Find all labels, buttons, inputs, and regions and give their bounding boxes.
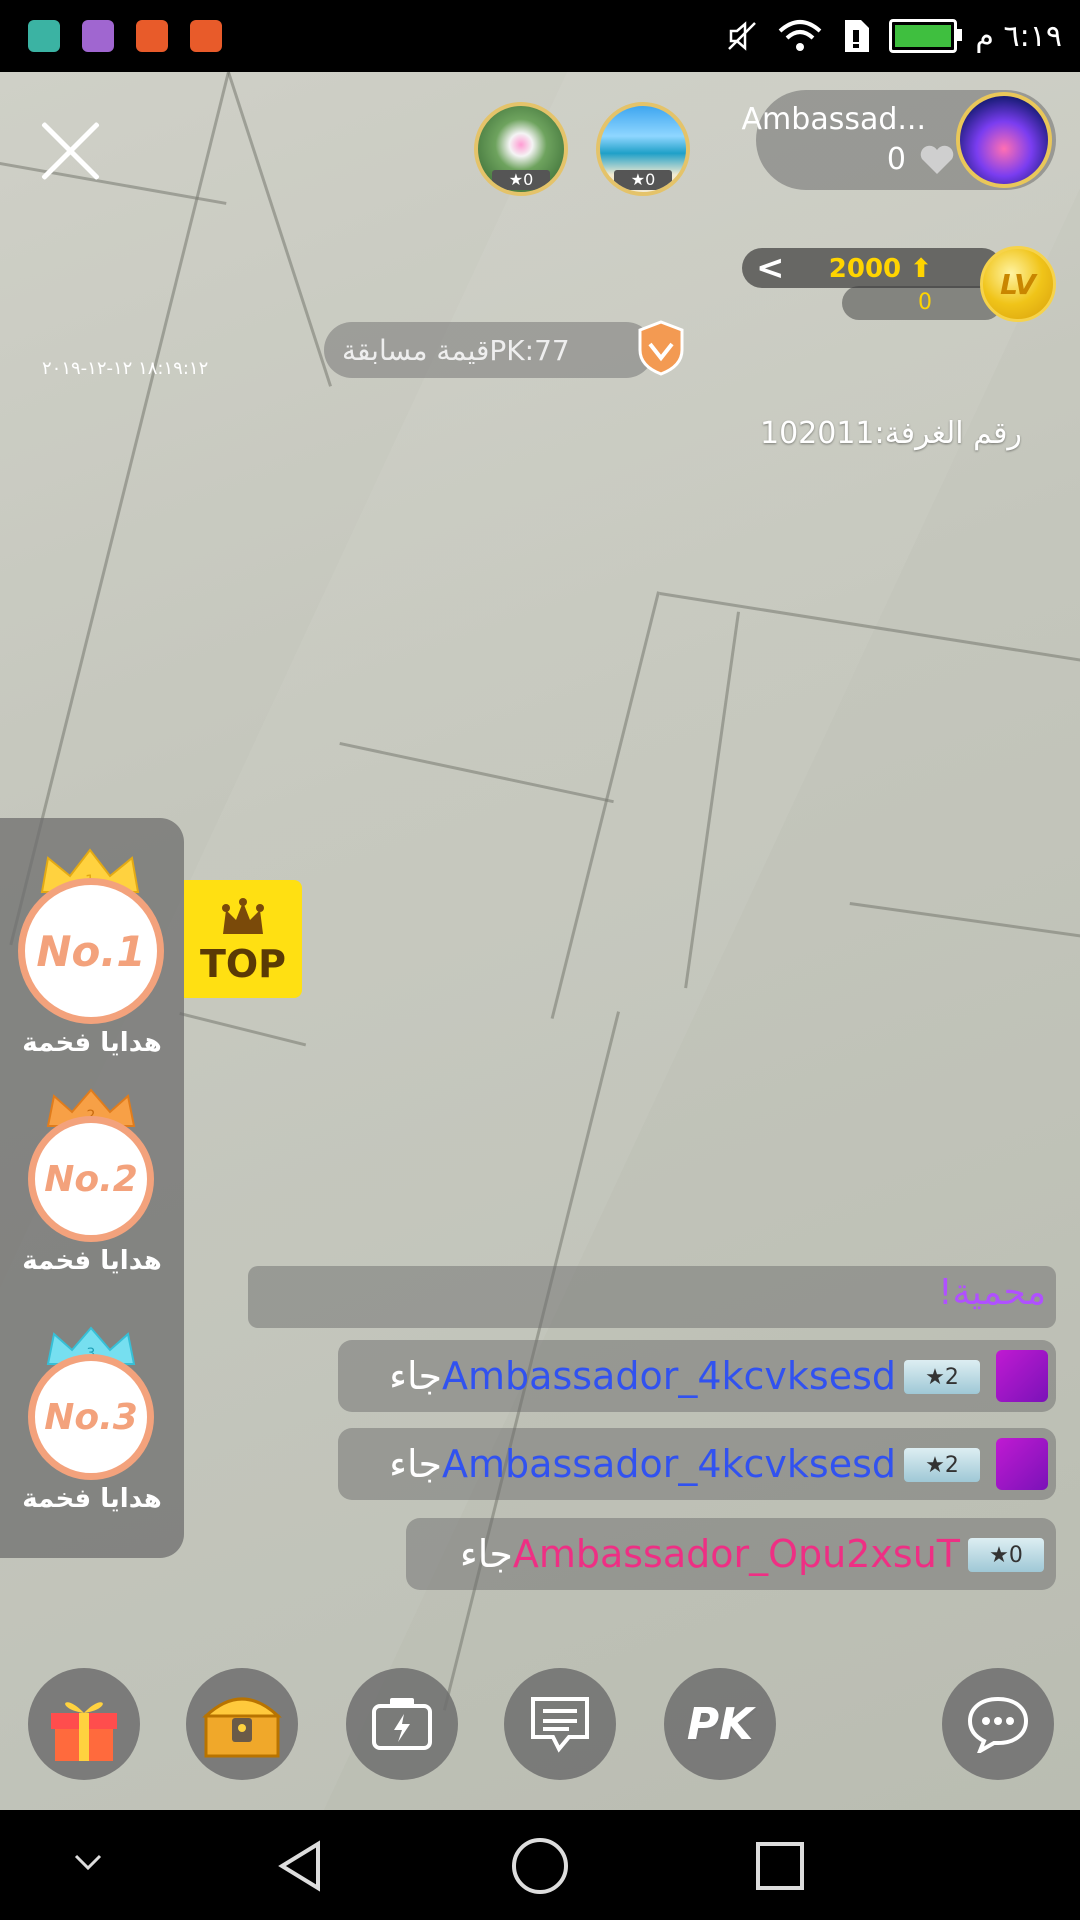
- gift-button[interactable]: [28, 1668, 140, 1780]
- treasure-chest-button[interactable]: [186, 1668, 298, 1780]
- top-ranking-button[interactable]: TOP: [184, 880, 302, 998]
- system-message-text: محمية!: [938, 1272, 1046, 1313]
- music-app-icon-2: [190, 20, 222, 52]
- live-video-stage[interactable]: ★0 ★0 Ambassad... 0 ١٨:١٩:١٢ ١٢-١٢-٢٠١٩ …: [0, 72, 1080, 1810]
- level-pill[interactable]: < 2000 ⬆ 0: [742, 248, 1012, 320]
- music-app-icon: [136, 20, 168, 52]
- status-time: ٦:١٩ م: [975, 18, 1062, 54]
- rank-label: هدايا فخمة: [22, 1246, 162, 1276]
- chat-system-message: محمية!: [248, 1266, 1056, 1328]
- gallery-app-icon: [82, 20, 114, 52]
- shield-icon: [638, 320, 684, 376]
- room-id: رقم الغرفة:102011: [760, 416, 1022, 451]
- chat-bubble-icon: [967, 1696, 1029, 1753]
- pk-value: قيمة مسابقةPK:77: [342, 334, 570, 367]
- rank-badge: No.2: [28, 1116, 154, 1242]
- sim-icon: [845, 20, 870, 52]
- viewer-avatar-1[interactable]: ★0: [474, 102, 568, 196]
- message-icon: [531, 1697, 589, 1753]
- rank-item-1[interactable]: 1 No.1 هدايا فخمة: [0, 848, 184, 1058]
- star-icon: ★: [508, 170, 524, 189]
- arrow-up-icon: ⬆: [910, 254, 932, 284]
- user-level-badge: ★ 2: [904, 1448, 980, 1482]
- crown-icon: [222, 898, 264, 934]
- chat-message[interactable]: جاءAmbassador_4kcvksesd ★ 2: [338, 1340, 1056, 1412]
- system-nav-bar: [0, 1810, 1080, 1920]
- star-icon: ★: [925, 1452, 945, 1478]
- user-level-badge: ★ 0: [968, 1538, 1044, 1572]
- chat-username[interactable]: Ambassador_4kcvksesd: [442, 1442, 896, 1486]
- viewer-avatar-2[interactable]: ★0: [596, 102, 690, 196]
- pk-button[interactable]: PK: [664, 1668, 776, 1780]
- comments-button[interactable]: [504, 1668, 616, 1780]
- rank-item-3[interactable]: 3 No.3 هدايا فخمة: [0, 1326, 184, 1526]
- chat-message[interactable]: جاءAmbassador_Opu2xsuT ★ 0: [406, 1518, 1056, 1590]
- treasure-chest-icon: [202, 1697, 282, 1758]
- status-bar: ٦:١٩ م: [0, 0, 1080, 72]
- host-likes-count: 0: [886, 142, 906, 177]
- home-icon[interactable]: [510, 1836, 570, 1896]
- level-coin-icon: LV: [980, 246, 1056, 322]
- rank-label: هدايا فخمة: [22, 1028, 162, 1058]
- host-name: Ambassad...: [741, 102, 926, 137]
- pk-icon: PK: [686, 1698, 754, 1750]
- chat-bubble-button[interactable]: [942, 1668, 1054, 1780]
- camera-switch-icon: [372, 1698, 432, 1750]
- chevron-left-icon[interactable]: <: [756, 248, 785, 288]
- rank-badge: No.3: [28, 1354, 154, 1480]
- gift-ranking-panel: 1 No.1 هدايا فخمة 2 No.2 هدايا فخمة 3 No…: [0, 818, 184, 1558]
- timestamp: ١٨:١٩:١٢ ١٢-١٢-٢٠١٩: [42, 358, 209, 379]
- host-info-pill[interactable]: Ambassad... 0: [742, 90, 1056, 190]
- level-sub-value: 0: [918, 290, 932, 315]
- camera-flip-button[interactable]: [346, 1668, 458, 1780]
- chat-message[interactable]: جاءAmbassador_4kcvksesd ★ 2: [338, 1428, 1056, 1500]
- rank-badge: No.1: [18, 878, 164, 1024]
- user-level-badge: ★ 2: [904, 1360, 980, 1394]
- back-icon[interactable]: [272, 1838, 328, 1894]
- star-icon: ★: [989, 1542, 1009, 1568]
- recents-icon[interactable]: [754, 1840, 806, 1892]
- android-app-icon: [28, 20, 60, 52]
- pk-competition-pill[interactable]: قيمة مسابقةPK:77: [324, 322, 654, 378]
- chat-username[interactable]: Ambassador_Opu2xsuT: [513, 1532, 960, 1576]
- heart-icon: [920, 145, 954, 174]
- microphone-badge-icon: [996, 1350, 1048, 1402]
- battery-icon: [889, 19, 963, 53]
- chat-username[interactable]: Ambassador_4kcvksesd: [442, 1354, 896, 1398]
- close-button[interactable]: [38, 118, 104, 184]
- rank-label: هدايا فخمة: [22, 1484, 162, 1514]
- microphone-badge-icon: [996, 1438, 1048, 1490]
- wifi-icon: [779, 20, 822, 51]
- rank-item-2[interactable]: 2 No.2 هدايا فخمة: [0, 1088, 184, 1288]
- host-avatar[interactable]: [956, 92, 1052, 188]
- star-icon: ★: [925, 1364, 945, 1390]
- star-icon: ★: [630, 170, 646, 189]
- level-score: 2000 ⬆: [828, 254, 932, 284]
- mute-icon: [728, 21, 757, 51]
- chevron-down-icon[interactable]: [72, 1850, 104, 1874]
- gift-icon: [51, 1702, 117, 1761]
